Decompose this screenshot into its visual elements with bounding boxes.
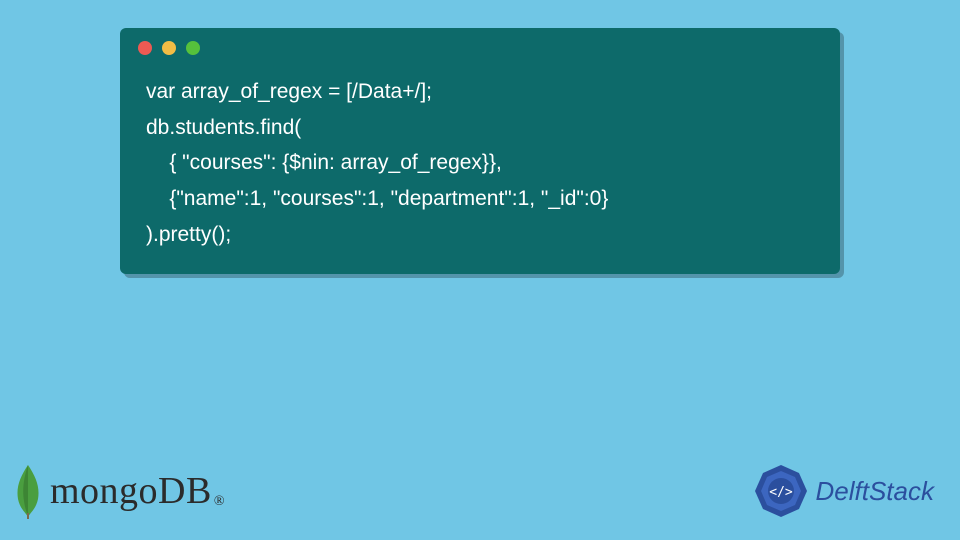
maximize-icon xyxy=(186,41,200,55)
close-icon xyxy=(138,41,152,55)
code-window: var array_of_regex = [/Data+/]; db.stude… xyxy=(120,28,840,274)
code-line: var array_of_regex = [/Data+/]; xyxy=(146,80,432,103)
code-line: { "courses": {$nin: array_of_regex}}, xyxy=(146,151,502,174)
delftstack-logo: </> DelftStack xyxy=(752,462,935,520)
mongo-word: mongoDB xyxy=(50,470,212,512)
code-line: ).pretty(); xyxy=(146,223,231,246)
code-line: db.students.find( xyxy=(146,116,301,139)
registered-icon: ® xyxy=(214,494,225,509)
footer: mongoDB® </> DelftStack xyxy=(0,450,960,540)
leaf-icon xyxy=(10,463,46,519)
code-line: {"name":1, "courses":1, "department":1, … xyxy=(146,187,608,210)
mongodb-logo: mongoDB® xyxy=(10,463,225,519)
window-titlebar xyxy=(120,28,840,68)
svg-text:</>: </> xyxy=(769,485,793,500)
code-block: var array_of_regex = [/Data+/]; db.stude… xyxy=(120,68,840,252)
minimize-icon xyxy=(162,41,176,55)
delftstack-badge-icon: </> xyxy=(752,462,810,520)
mongodb-text: mongoDB® xyxy=(50,469,225,513)
delftstack-text: DelftStack xyxy=(816,476,935,507)
